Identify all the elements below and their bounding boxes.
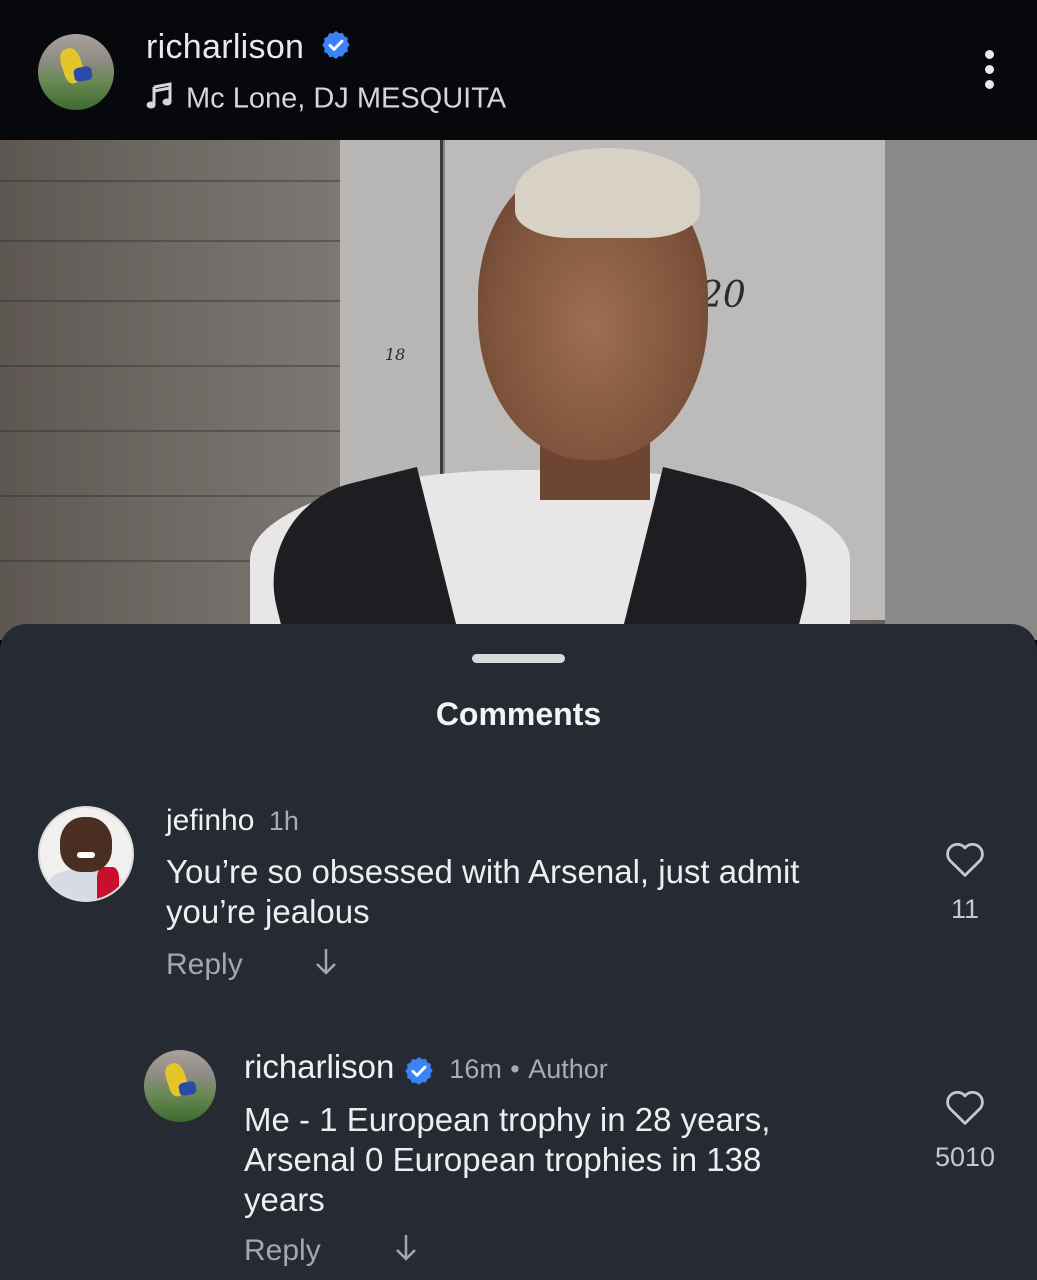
like-count: 5010: [934, 1142, 996, 1172]
more-vertical-icon[interactable]: [981, 50, 997, 98]
comment-text-line: Arsenal 0 European trophies in 138: [244, 1141, 762, 1178]
heart-icon[interactable]: [944, 840, 986, 878]
comment-time: 1h: [268, 806, 299, 836]
commenter-avatar[interactable]: [38, 806, 134, 902]
comment-username[interactable]: richarlison: [244, 1048, 394, 1085]
comment-text-line: You’re so obsessed with Arsenal, just ad…: [166, 853, 800, 890]
reply-button[interactable]: Reply: [244, 1234, 321, 1268]
reply-button[interactable]: Reply: [166, 948, 243, 982]
person-hair: [515, 148, 700, 238]
comment-text-line: years: [244, 1181, 325, 1218]
comment-meta: jefinho 1h: [166, 804, 299, 838]
author-username-row[interactable]: richarlison: [146, 28, 352, 70]
post-photo[interactable]: 18 20: [0, 140, 1037, 640]
arrow-down-icon[interactable]: [394, 1232, 418, 1272]
author-avatar[interactable]: [38, 34, 114, 110]
comment-text: Me - 1 European trophy in 28 years, Arse…: [244, 1100, 770, 1220]
music-row[interactable]: Mc Lone, DJ MESQUITA: [146, 82, 506, 118]
verified-badge-icon: [314, 29, 352, 70]
comment-meta: richarlison 16m • Author: [244, 1048, 608, 1092]
comment-username[interactable]: jefinho: [166, 804, 254, 837]
locker-door: [885, 140, 1037, 640]
author-label: Author: [528, 1054, 608, 1084]
arrow-down-icon[interactable]: [314, 946, 338, 986]
drag-handle[interactable]: [472, 654, 565, 663]
comments-sheet: Comments jefinho 1h You’re so obsessed w…: [0, 624, 1037, 1280]
sheet-title: Comments: [435, 696, 602, 732]
locker-number: 18: [385, 345, 406, 364]
comment-time: 16m: [449, 1054, 502, 1084]
comment-text: You’re so obsessed with Arsenal, just ad…: [166, 852, 799, 932]
comment-text-line: you’re jealous: [166, 893, 370, 930]
heart-icon[interactable]: [944, 1088, 986, 1126]
like-count: 11: [950, 894, 980, 924]
music-note-icon: [146, 82, 172, 118]
verified-badge-icon: [399, 1055, 435, 1092]
commenter-avatar[interactable]: [144, 1050, 216, 1122]
music-label: Mc Lone, DJ MESQUITA: [186, 82, 507, 115]
separator-dot: •: [510, 1054, 520, 1084]
author-username[interactable]: richarlison: [146, 28, 304, 66]
post-header: richarlison Mc Lone, DJ MESQUITA: [0, 0, 1037, 140]
comment-text-line: Me - 1 European trophy in 28 years,: [244, 1101, 771, 1138]
